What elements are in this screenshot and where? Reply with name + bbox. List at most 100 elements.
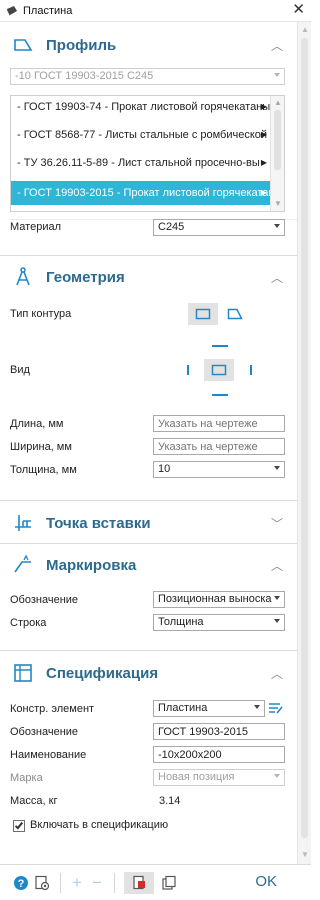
- thickness-select[interactable]: 10: [153, 461, 285, 478]
- polygon-icon: [227, 308, 243, 320]
- help-icon: ?: [14, 876, 28, 890]
- chevron-down-icon: [274, 73, 280, 77]
- divider: [0, 255, 297, 256]
- submenu-arrow-icon: ▶: [260, 130, 267, 139]
- profile-icon: [14, 39, 33, 51]
- list-item[interactable]: - ГОСТ 19903-74 - Прокат листовой горяче…: [11, 96, 271, 118]
- ok-button[interactable]: OK: [255, 873, 277, 890]
- scroll-up-icon[interactable]: ▲: [301, 25, 309, 34]
- contour-polygon-button[interactable]: [220, 303, 250, 325]
- copy-button[interactable]: [160, 874, 178, 892]
- section-header-marking[interactable]: Маркировка ︿: [0, 548, 297, 582]
- include-in-spec-checkbox[interactable]: [13, 820, 25, 832]
- plate-icon: [7, 5, 17, 16]
- chevron-down-icon: [274, 466, 280, 470]
- list-scroll-thumb[interactable]: [274, 110, 281, 170]
- material-select[interactable]: С245: [153, 219, 285, 236]
- element-value: Пластина: [158, 702, 208, 714]
- list-item-label: - ГОСТ 19903-2015 - Прокат листовой горя…: [17, 187, 271, 199]
- spec-name-input[interactable]: [153, 746, 285, 763]
- marking-designation-select[interactable]: Позиционная выноска: [153, 591, 285, 608]
- chevron-down-icon: [274, 596, 280, 600]
- element-label: Констр. элемент: [10, 703, 95, 715]
- list-item-label: - ГОСТ 8568-77 - Листы стальные с ромбич…: [17, 129, 268, 141]
- panel-scroll-thumb[interactable]: [301, 38, 308, 838]
- width-label: Ширина, мм: [10, 441, 72, 453]
- section-title-marking: Маркировка: [46, 556, 137, 574]
- footer-toolbar: ? + − OK: [0, 864, 311, 900]
- chevron-up-icon[interactable]: ︿: [271, 269, 283, 286]
- element-select[interactable]: Пластина: [153, 700, 265, 717]
- scroll-down-icon[interactable]: ▼: [274, 199, 282, 208]
- divider: [0, 650, 297, 651]
- marking-designation-label: Обозначение: [10, 594, 79, 606]
- stop-button[interactable]: [124, 872, 154, 894]
- spec-name-label: Наименование: [10, 749, 87, 761]
- chevron-down-icon: [274, 619, 280, 623]
- profile-standards-list[interactable]: - ГОСТ 19903-74 - Прокат листовой горяче…: [10, 95, 285, 212]
- section-title-specification: Спецификация: [46, 664, 159, 682]
- divider: [60, 873, 61, 893]
- submenu-arrow-icon: ▶: [260, 188, 267, 197]
- properties-panel[interactable]: Профиль ︿ -10 ГОСТ 19903-2015 С245 - ГОС…: [0, 22, 297, 864]
- rectangle-icon: [195, 308, 211, 320]
- view-left-button[interactable]: [187, 365, 189, 375]
- section-title-geometry: Геометрия: [46, 268, 125, 286]
- list-scrollbar[interactable]: ▲ ▼: [270, 96, 284, 211]
- insert-point-icon: [15, 515, 31, 531]
- section-header-insert-point[interactable]: Точка вставки ﹀: [0, 506, 297, 540]
- material-value: С245: [158, 221, 185, 233]
- settings-button[interactable]: [33, 874, 51, 892]
- compass-icon: [16, 267, 30, 286]
- rectangle-icon: [211, 364, 227, 376]
- scroll-up-icon[interactable]: ▲: [274, 98, 282, 107]
- edit-list-icon[interactable]: [268, 701, 284, 715]
- help-button[interactable]: ?: [12, 874, 30, 892]
- contour-rectangle-button[interactable]: [188, 303, 218, 325]
- spec-mark-select[interactable]: Новая позиция: [153, 769, 285, 786]
- chevron-up-icon[interactable]: ︿: [271, 557, 283, 574]
- add-button[interactable]: +: [68, 873, 86, 892]
- section-header-specification[interactable]: Спецификация ︿: [0, 656, 297, 690]
- divider: [0, 543, 297, 544]
- list-item-selected[interactable]: - ГОСТ 19903-2015 - Прокат листовой горя…: [11, 181, 271, 205]
- width-input[interactable]: [153, 438, 285, 455]
- close-icon[interactable]: ✕: [292, 2, 305, 18]
- view-right-button[interactable]: [250, 365, 252, 375]
- list-item[interactable]: - ТУ 36.26.11-5-89 - Лист стальной просе…: [11, 152, 271, 174]
- marking-line-label: Строка: [10, 617, 47, 629]
- scroll-down-icon[interactable]: ▼: [301, 850, 309, 859]
- spec-designation-input[interactable]: [153, 723, 285, 740]
- section-header-geometry[interactable]: Геометрия ︿: [0, 260, 297, 294]
- length-input[interactable]: [153, 415, 285, 432]
- panel-scrollbar[interactable]: ▲ ▼: [297, 22, 311, 864]
- chevron-down-icon: [274, 224, 280, 228]
- specification-icon: [14, 664, 32, 682]
- list-item-label: - ГОСТ 19903-74 - Прокат листовой горяче…: [17, 101, 271, 113]
- view-top-button[interactable]: [212, 345, 228, 347]
- view-front-button[interactable]: [204, 359, 234, 381]
- chevron-down-icon[interactable]: ﹀: [271, 515, 283, 532]
- contour-type-label: Тип контура: [10, 308, 72, 320]
- chevron-up-icon[interactable]: ︿: [271, 37, 283, 54]
- marking-icon: [14, 554, 31, 573]
- profile-select-value: -10 ГОСТ 19903-2015 С245: [15, 70, 154, 82]
- remove-button[interactable]: −: [88, 873, 106, 892]
- marking-designation-value: Позиционная выноска: [158, 593, 272, 605]
- spec-designation-label: Обозначение: [10, 726, 79, 738]
- checkmark-icon: [14, 820, 24, 830]
- marking-line-select[interactable]: Толщина: [153, 614, 285, 631]
- chevron-down-icon: [274, 774, 280, 778]
- section-title-insert-point: Точка вставки: [46, 514, 151, 532]
- view-label: Вид: [10, 364, 30, 376]
- section-title-profile: Профиль: [46, 36, 117, 54]
- chevron-down-icon: [254, 705, 260, 709]
- section-header-profile[interactable]: Профиль ︿: [0, 28, 297, 62]
- profile-select[interactable]: -10 ГОСТ 19903-2015 С245: [10, 68, 285, 85]
- material-label: Материал: [10, 221, 61, 233]
- thickness-label: Толщина, мм: [10, 464, 77, 476]
- chevron-up-icon[interactable]: ︿: [271, 665, 283, 682]
- list-item[interactable]: - ГОСТ 8568-77 - Листы стальные с ромбич…: [11, 124, 271, 146]
- divider: [0, 500, 297, 501]
- view-bottom-button[interactable]: [212, 394, 228, 396]
